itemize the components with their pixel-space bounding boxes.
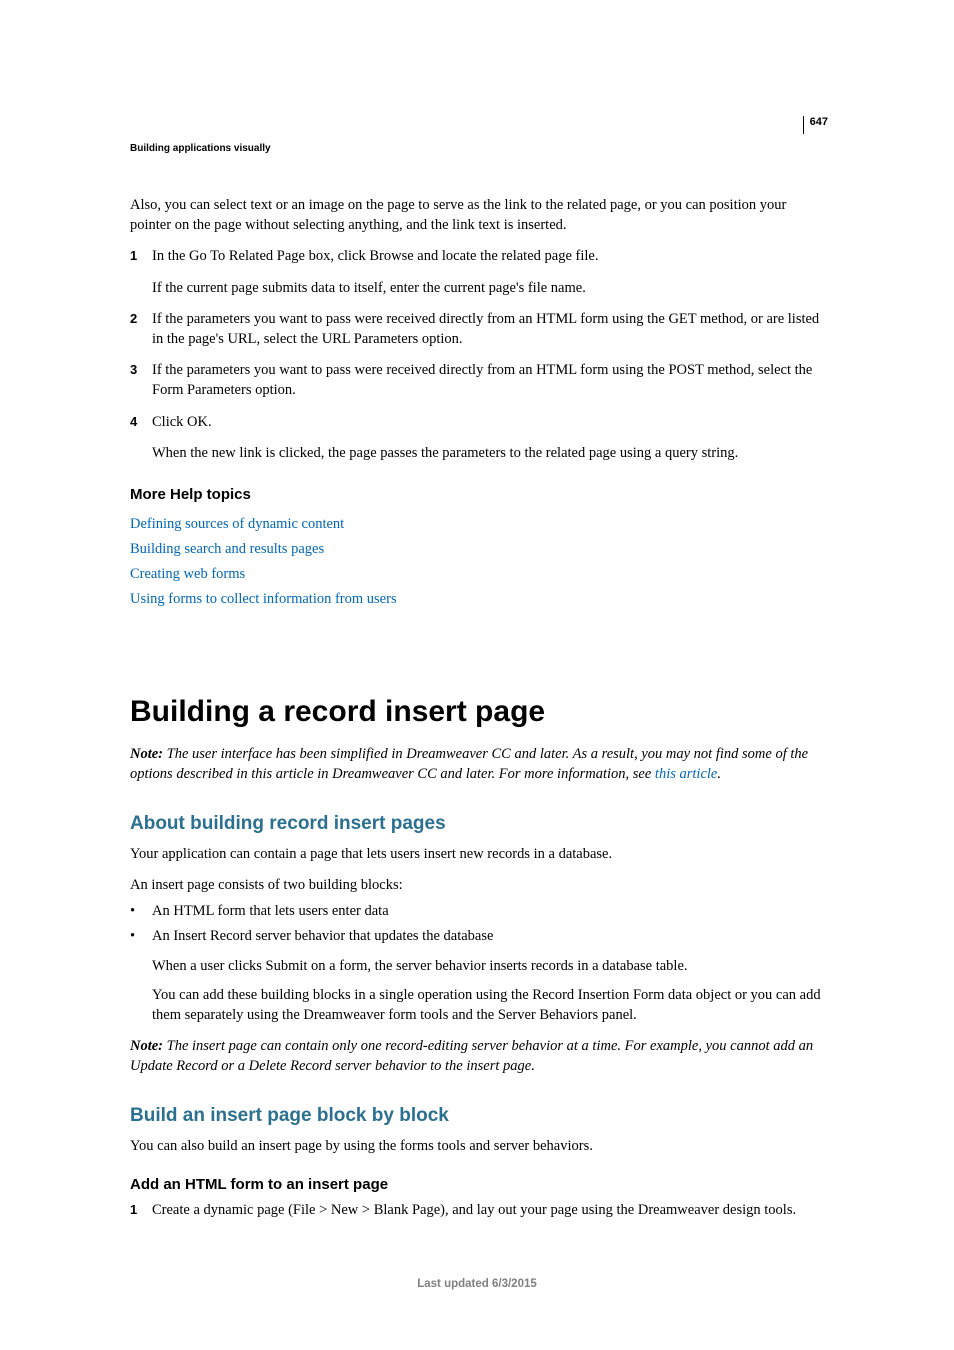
intro-paragraph: Also, you can select text or an image on… — [130, 196, 826, 235]
bullet-body: An Insert Record server behavior that up… — [152, 927, 826, 1025]
page-number-container: 647 — [803, 116, 828, 134]
insert-note: Note: The insert page can contain only o… — [130, 1037, 826, 1076]
bullet-text: An Insert Record server behavior that up… — [152, 928, 493, 944]
main-content: Also, you can select text or an image on… — [130, 196, 826, 1221]
step-item: 1 In the Go To Related Page box, click B… — [130, 247, 826, 298]
bullet-mark: • — [130, 902, 152, 922]
step-number: 4 — [130, 413, 152, 464]
step-item: 3 If the parameters you want to pass wer… — [130, 361, 826, 400]
note-link[interactable]: this article — [655, 766, 717, 782]
note-label: Note: — [130, 1038, 167, 1054]
build-paragraph: You can also build an insert page by usi… — [130, 1137, 826, 1157]
more-help-heading: More Help topics — [130, 486, 826, 503]
help-link[interactable]: Defining sources of dynamic content — [130, 513, 826, 536]
step-body: Click OK. When the new link is clicked, … — [152, 413, 826, 464]
main-note: Note: The user interface has been simpli… — [130, 745, 826, 784]
about-heading: About building record insert pages — [130, 813, 826, 835]
step-body: Create a dynamic page (File > New > Blan… — [152, 1201, 826, 1221]
section-header: Building applications visually — [130, 143, 271, 154]
step-text: In the Go To Related Page box, click Bro… — [152, 248, 598, 264]
help-link[interactable]: Creating web forms — [130, 563, 826, 586]
help-link[interactable]: Using forms to collect information from … — [130, 588, 826, 611]
step-text: Click OK. — [152, 414, 212, 430]
note-text-after: . — [717, 766, 721, 782]
step-item: 2 If the parameters you want to pass wer… — [130, 310, 826, 349]
step-subtext: If the current page submits data to itse… — [152, 279, 826, 299]
step-number: 1 — [130, 247, 152, 298]
footer-updated: Last updated 6/3/2015 — [0, 1278, 954, 1290]
step-number: 1 — [130, 1201, 152, 1221]
bullet-subtext: You can add these building blocks in a s… — [152, 986, 826, 1025]
note-text: The insert page can contain only one rec… — [130, 1038, 813, 1074]
bullet-mark: • — [130, 927, 152, 1025]
step-body: If the parameters you want to pass were … — [152, 310, 826, 349]
page-number: 647 — [810, 116, 828, 128]
bullet-subtext: When a user clicks Submit on a form, the… — [152, 957, 826, 977]
step-number: 2 — [130, 310, 152, 349]
step-number: 3 — [130, 361, 152, 400]
note-label: Note: — [130, 746, 167, 762]
step-item: 4 Click OK. When the new link is clicked… — [130, 413, 826, 464]
bullet-item: • An Insert Record server behavior that … — [130, 927, 826, 1025]
add-html-heading: Add an HTML form to an insert page — [130, 1176, 826, 1193]
about-paragraph: Your application can contain a page that… — [130, 845, 826, 865]
help-link[interactable]: Building search and results pages — [130, 538, 826, 561]
build-heading: Build an insert page block by block — [130, 1105, 826, 1127]
step-subtext: When the new link is clicked, the page p… — [152, 444, 826, 464]
page-title: Building a record insert page — [130, 695, 826, 729]
about-paragraph: An insert page consists of two building … — [130, 876, 826, 896]
step-body: In the Go To Related Page box, click Bro… — [152, 247, 826, 298]
step-item: 1 Create a dynamic page (File > New > Bl… — [130, 1201, 826, 1221]
step-body: If the parameters you want to pass were … — [152, 361, 826, 400]
bullet-item: • An HTML form that lets users enter dat… — [130, 902, 826, 922]
bullet-text: An HTML form that lets users enter data — [152, 902, 389, 922]
